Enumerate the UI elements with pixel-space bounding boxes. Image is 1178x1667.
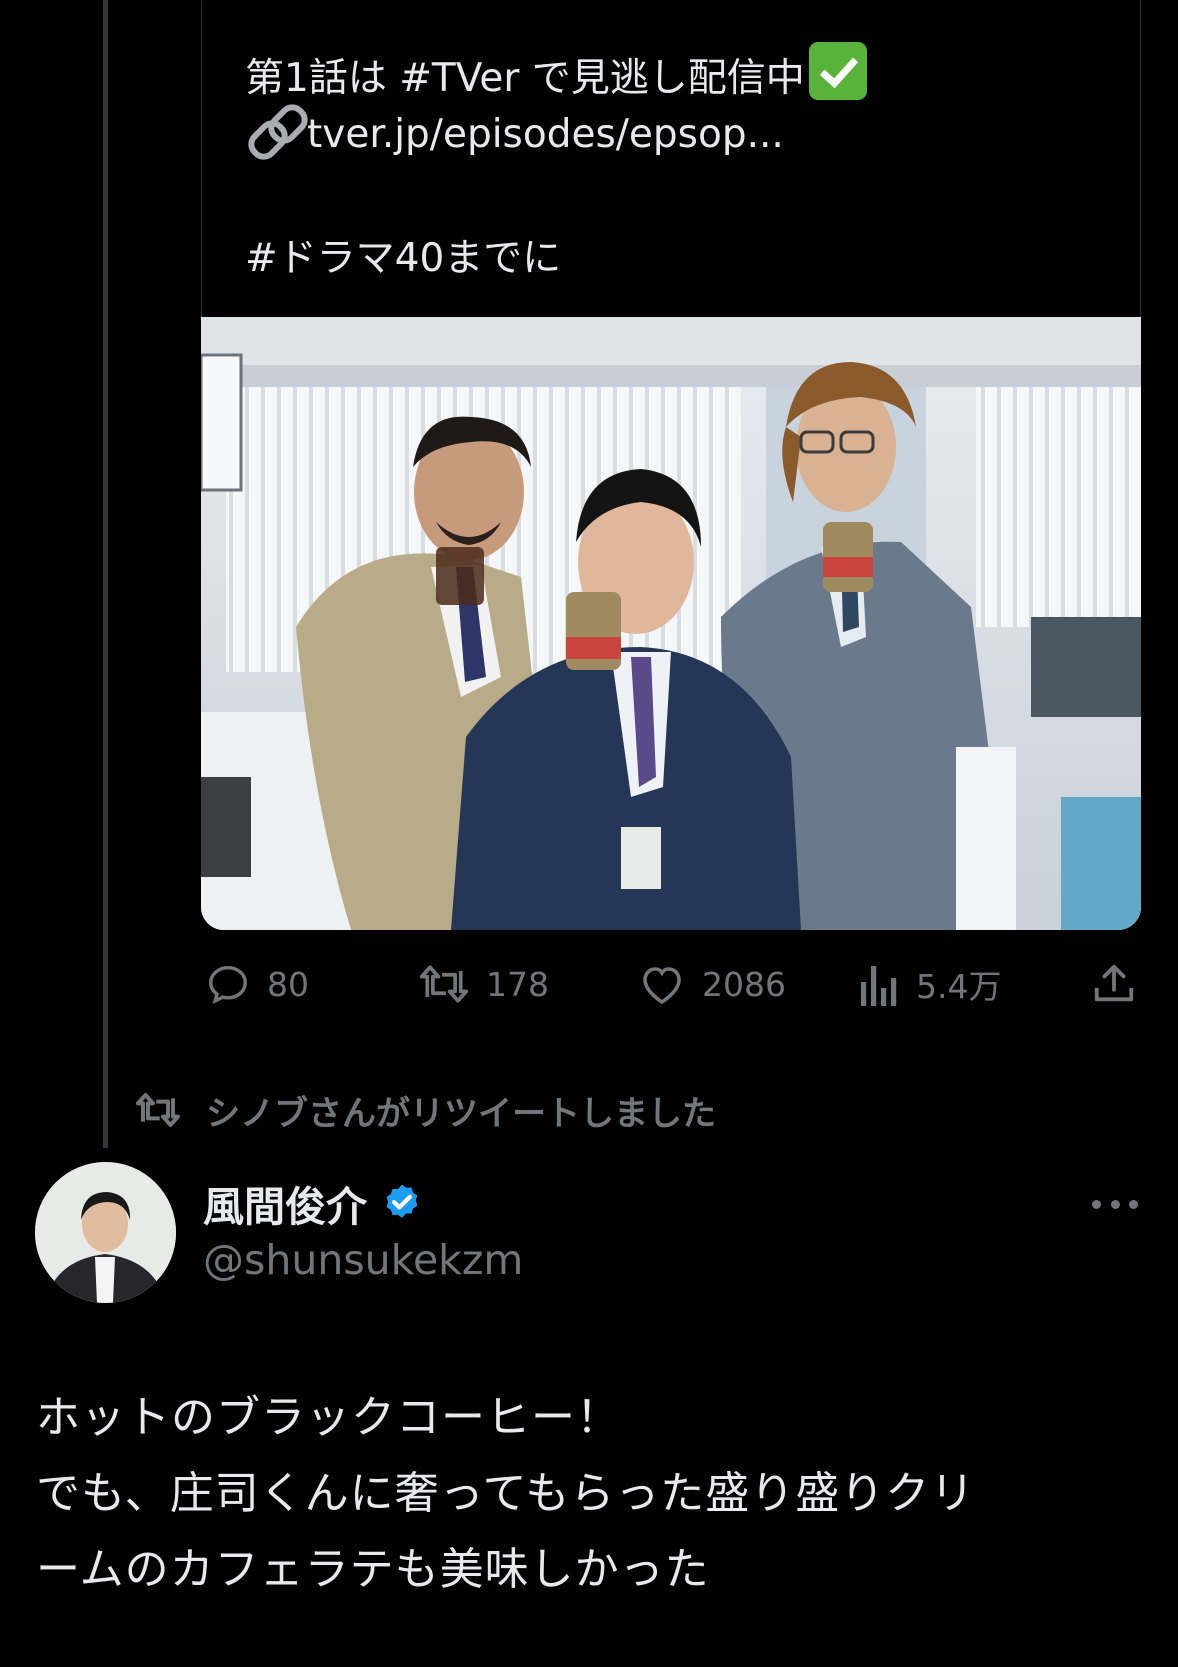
author-name[interactable]: 風間俊介	[203, 1173, 423, 1233]
share-button[interactable]	[1091, 956, 1137, 1012]
like-button[interactable]: 2086	[638, 956, 786, 1012]
views-button[interactable]: 5.4万	[858, 956, 1001, 1012]
quoted-tweet-text: 第1話は #TVer で見逃し配信中 tver.jp/episodes/epso…	[242, 42, 867, 290]
heart-icon	[643, 967, 681, 1005]
tweet-line-1: ホットのブラックコーヒー！	[36, 1392, 621, 1443]
views-count: 5.4万	[916, 967, 1002, 1006]
link-icon	[242, 98, 314, 166]
reply-icon	[209, 965, 247, 1005]
tweet-body: ホットのブラックコーヒー！ でも、庄司くんに奢ってもらった盛り盛りクリ ームのカ…	[36, 1380, 975, 1608]
retweet-icon	[419, 965, 469, 1003]
tweet-line-2: でも、庄司くんに奢ってもらった盛り盛りクリ	[36, 1468, 976, 1519]
retweet-count: 178	[486, 964, 549, 1004]
retweet-notice: シノブさんがリツイートしました	[134, 1086, 716, 1134]
tweet-photo[interactable]	[201, 317, 1141, 930]
reply-button[interactable]: 80	[205, 956, 309, 1012]
views-chart-icon	[861, 966, 897, 1006]
quoted-tweet-line-1: 第1話は #TVer で見逃し配信中	[245, 56, 805, 101]
avatar[interactable]	[35, 1162, 176, 1303]
more-options-icon[interactable]	[1092, 1196, 1138, 1212]
retweet-button[interactable]: 178	[418, 956, 549, 1012]
check-mark-button-icon	[808, 42, 867, 100]
tweet-action-bar: 80 178 2086 5.4万	[0, 956, 1178, 1012]
like-count: 2086	[702, 964, 786, 1004]
share-icon	[1094, 964, 1134, 1002]
tweet-line-3: ームのカフェラテも美味しかった	[36, 1544, 710, 1595]
retweet-icon	[136, 1093, 180, 1127]
hashtag-link[interactable]: #ドラマ40までに	[245, 228, 867, 290]
reply-count: 80	[267, 964, 309, 1004]
retweet-notice-text[interactable]: シノブさんがリツイートしました	[206, 1086, 716, 1135]
verified-badge-icon	[386, 1184, 418, 1218]
tver-link[interactable]: tver.jp/episodes/epsop...	[307, 112, 784, 157]
author-handle[interactable]: @shunsukekzm	[203, 1236, 523, 1284]
author-display-name: 風間俊介	[203, 1183, 367, 1231]
